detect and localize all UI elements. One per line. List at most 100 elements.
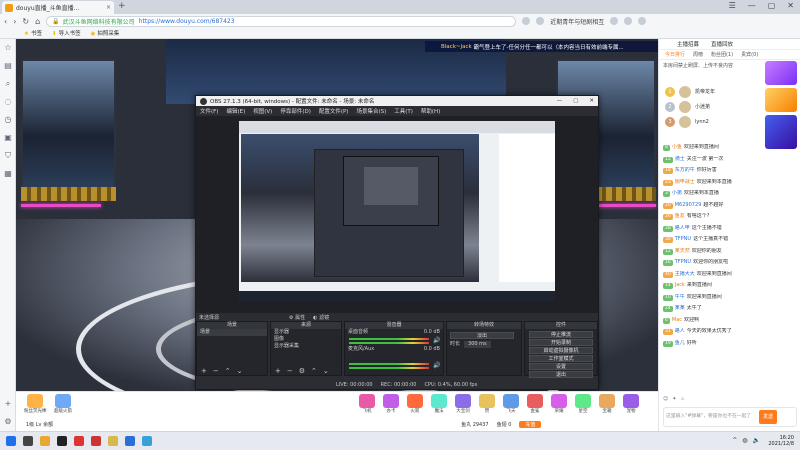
send-button[interactable]: 发送 — [759, 410, 777, 424]
source-item[interactable]: 显示器 — [271, 329, 341, 336]
transition-select[interactable]: 淡出 — [450, 332, 514, 339]
obs-menu-file[interactable]: 文件(F) — [200, 107, 218, 115]
chat-username[interactable]: 主播大大 — [675, 271, 695, 277]
flame-icon[interactable]: ♨ — [680, 396, 684, 402]
gift-item[interactable]: 金鲨 — [524, 394, 546, 416]
chat-username[interactable]: Jack — [675, 282, 685, 288]
maximize-button[interactable]: ▢ — [768, 1, 776, 10]
emoji-icon[interactable]: ☺ — [663, 396, 668, 402]
app-icon[interactable] — [108, 436, 118, 446]
obs-menu-tools[interactable]: 工具(T) — [394, 107, 413, 115]
obs-menu-profile[interactable]: 配置文件(P) — [319, 107, 349, 115]
up-icon[interactable]: ⌃ — [311, 367, 317, 375]
search-icon[interactable]: ⌕ — [3, 79, 13, 89]
gift-item[interactable]: 办卡 — [380, 394, 402, 416]
chat-username[interactable]: 骑士 — [675, 156, 685, 162]
chat-username[interactable]: 牛牛 — [675, 294, 685, 300]
bookmark-item[interactable]: ★ 书签 — [24, 29, 42, 37]
tab-vip[interactable]: 贵宾(0) — [741, 51, 758, 58]
source-item[interactable]: 显示器采集 — [271, 343, 341, 350]
settings-icon[interactable]: ⚙ — [3, 417, 13, 427]
chat-username[interactable]: TFPNU — [675, 236, 691, 242]
chevron-up-icon[interactable]: ^ — [732, 437, 737, 444]
box-icon[interactable]: ▣ — [3, 133, 13, 143]
rank-row[interactable]: 1 凯帝龙年 — [665, 84, 760, 99]
obs-props-button[interactable]: ⚙ 属性 — [289, 314, 305, 321]
tab-close-icon[interactable]: × — [106, 4, 111, 11]
obs-preview[interactable] — [196, 116, 598, 313]
gift-item[interactable]: 赞 — [476, 394, 498, 416]
gift-item[interactable]: 粉丝荧光棒 — [24, 394, 47, 416]
remove-icon[interactable]: − — [213, 367, 219, 375]
user-icon[interactable] — [638, 17, 647, 25]
obs-menu-edit[interactable]: 编辑(E) — [226, 107, 245, 115]
new-tab-button[interactable]: + — [118, 1, 126, 11]
app-icon[interactable] — [23, 436, 33, 446]
add-icon[interactable]: + — [275, 367, 281, 375]
star-icon[interactable]: ☆ — [3, 43, 13, 53]
app-icon[interactable] — [142, 436, 152, 446]
duration-input[interactable]: 300 ms — [464, 341, 491, 348]
obs-menu-view[interactable]: 视图(V) — [253, 107, 272, 115]
obs-filters-button[interactable]: ◐ 滤镜 — [313, 314, 329, 321]
down-icon[interactable]: ⌄ — [323, 367, 329, 375]
bookmark-item[interactable]: ⬇ 导入书签 — [52, 29, 81, 37]
gift-item[interactable]: 超级火箭 — [52, 394, 74, 416]
app-icon[interactable] — [125, 436, 135, 446]
bookmark-item[interactable]: ◉ 拍照采集 — [91, 29, 120, 37]
start-record-button[interactable]: 开始录制 — [529, 339, 593, 346]
gift-item[interactable]: 宝箱 — [596, 394, 618, 416]
reader-icon[interactable]: ▤ — [3, 61, 13, 71]
obs-menu-docks[interactable]: 停靠部件(D) — [280, 107, 311, 115]
start-icon[interactable] — [6, 436, 16, 446]
network-icon[interactable]: ◍ — [742, 437, 747, 444]
app-icon[interactable] — [74, 436, 84, 446]
obs-minimize-button[interactable]: — — [557, 98, 563, 104]
gift-item[interactable]: 星空 — [572, 394, 594, 416]
chat-input-box[interactable]: 这里输入"#弹幕"，要是你也不在一起了 发送 — [663, 407, 797, 427]
back-icon[interactable]: ‹ — [4, 17, 7, 26]
gift-item[interactable]: 飞机 — [356, 394, 378, 416]
volume-icon[interactable]: 🔈 — [753, 437, 760, 444]
obs-close-button[interactable]: ✕ — [589, 98, 594, 104]
clock[interactable]: 16:20 2021/12/8 — [768, 435, 794, 447]
promo-card[interactable] — [765, 61, 797, 85]
stop-stream-button[interactable]: 停止推流 — [529, 331, 593, 338]
speaker-icon[interactable]: 🔊 — [433, 362, 440, 369]
menu-icon[interactable]: ☰ — [729, 1, 736, 10]
chat-username[interactable]: TFPNU — [675, 259, 691, 265]
scene-item[interactable]: 场景 — [197, 329, 267, 336]
chat-username[interactable]: 小鱼 — [672, 144, 682, 150]
recharge-button[interactable]: 充值 — [519, 421, 542, 428]
gift-item[interactable]: 宠物 — [620, 394, 642, 416]
tab-recruit[interactable]: 主播招募 — [673, 40, 703, 48]
share-icon[interactable] — [522, 17, 531, 25]
obs-maximize-button[interactable]: ▢ — [573, 98, 578, 104]
rank-row[interactable]: 2 小迷弟 — [665, 99, 760, 114]
tab-week-rank[interactable]: 周榜 — [693, 51, 703, 58]
obs-window[interactable]: OBS 27.1.3 (64-bit, windows) - 配置文件: 未命名… — [195, 95, 599, 390]
close-button[interactable]: ✕ — [787, 1, 794, 10]
exit-button[interactable]: 退出 — [529, 371, 593, 378]
down-icon[interactable]: ⌄ — [237, 367, 243, 375]
home-icon[interactable]: ⌂ — [35, 17, 40, 26]
chat-username[interactable]: M6290729 — [675, 202, 702, 208]
chat-username[interactable]: 路人 — [675, 328, 685, 334]
tab-replay[interactable]: 直播回放 — [707, 40, 737, 48]
chat-username[interactable]: 东方的牛 — [675, 167, 695, 173]
speaker-icon[interactable]: 🔊 — [433, 337, 440, 344]
virtual-camera-button[interactable]: 启动虚拟摄像机 — [529, 347, 593, 354]
search-icon[interactable] — [610, 17, 619, 25]
chat-username[interactable]: Mac — [672, 317, 682, 323]
gear-icon[interactable]: ⚙ — [299, 367, 305, 375]
chat-username[interactable]: 鱼儿 — [675, 340, 685, 346]
chat-username[interactable]: 鱼友 — [675, 213, 685, 219]
refresh-icon[interactable]: ↻ — [22, 17, 29, 26]
source-item[interactable]: 图像 — [271, 336, 341, 343]
app-icon[interactable] — [91, 436, 101, 446]
rank-row[interactable]: 3 lynn2 — [665, 114, 760, 129]
download-icon[interactable] — [624, 17, 633, 25]
chat-username[interactable]: 钢甲战士 — [675, 179, 695, 185]
gift-item[interactable]: 飞天 — [500, 394, 522, 416]
tab-today-rank[interactable]: 今日排行 — [665, 51, 685, 58]
